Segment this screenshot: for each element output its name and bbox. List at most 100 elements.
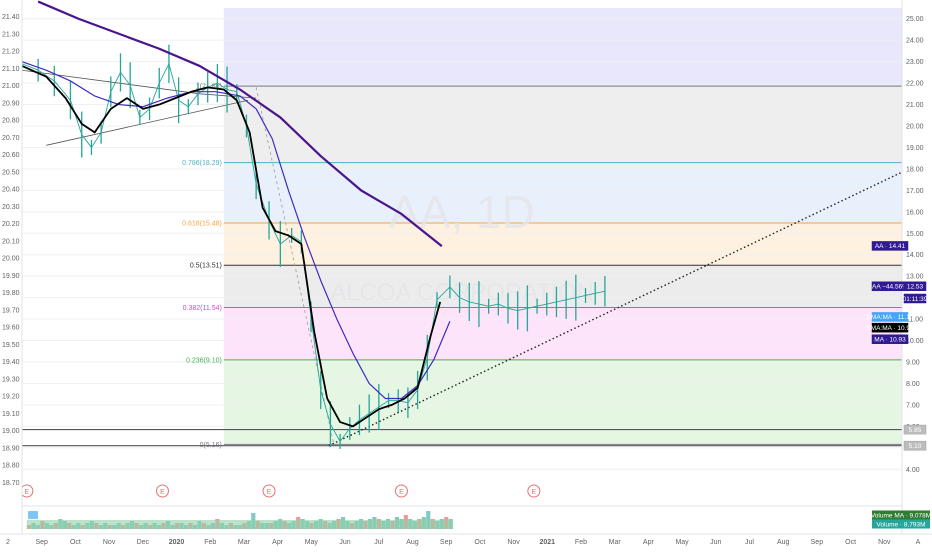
time-axis-tick: 2 xyxy=(6,539,10,546)
left-axis-tick: 21.00 xyxy=(2,83,20,90)
left-axis-tick: 18.90 xyxy=(2,445,20,452)
right-axis-tick: 7.00 xyxy=(906,402,920,409)
watermark-symbol: AA, 1D xyxy=(389,186,535,238)
left-axis-tick: 20.00 xyxy=(2,256,20,263)
time-axis-tick: Mar xyxy=(238,539,251,546)
price-tag-label: 5.10 xyxy=(909,443,922,450)
left-axis-tick: 20.70 xyxy=(2,135,20,142)
fib-band xyxy=(223,86,903,163)
fib-level-label: 0.236(9.10) xyxy=(186,357,222,364)
time-axis-tick: Oct xyxy=(70,539,81,546)
volume-ma-area xyxy=(26,520,454,529)
fib-level-label: 0.382(11.54) xyxy=(183,305,222,312)
fib-level-label: 0.786(18.29) xyxy=(182,160,222,167)
chart-root: 1(21.86) 0.786(18.29) 0.618(15.48) 0.5(13.5… xyxy=(0,0,932,550)
left-axis-tick: 21.40 xyxy=(2,14,20,21)
time-axis-tick: A xyxy=(916,539,921,546)
left-axis-tick: 19.90 xyxy=(2,273,20,280)
price-tag-label: 01:11:39 xyxy=(903,296,928,303)
fib-band xyxy=(223,359,903,445)
earnings-marker-label: E xyxy=(267,489,272,496)
time-axis-tick: Nov xyxy=(507,539,520,546)
left-axis-tick: 20.40 xyxy=(2,187,20,194)
fib-band xyxy=(223,222,903,266)
time-axis-tick: Jul xyxy=(374,539,383,546)
time-axis-tick: Feb xyxy=(575,539,587,546)
left-axis-tick: 21.10 xyxy=(2,66,20,73)
time-axis-tick: Oct xyxy=(474,539,485,546)
right-axis-tick: 18.00 xyxy=(906,166,924,173)
right-axis-tick: 22.00 xyxy=(906,81,924,88)
right-axis-tick: 24.00 xyxy=(906,38,924,45)
right-axis-tick: 10.00 xyxy=(906,338,924,345)
price-tag-label: EMA:MA · 10.95 xyxy=(866,325,914,332)
time-axis-tick: May xyxy=(305,539,319,546)
time-axis-tick: Sep xyxy=(440,539,453,546)
left-axis-tick: 19.50 xyxy=(2,342,20,349)
watermark-description: ALCOA CORPORATION xyxy=(330,279,594,306)
fib-level-label: 0.5(13.51) xyxy=(190,263,222,270)
left-axis-tick: 18.80 xyxy=(2,463,20,470)
left-axis-tick: 19.70 xyxy=(2,307,20,314)
left-axis-tick: 19.40 xyxy=(2,359,20,366)
time-axis-tick: Aug xyxy=(406,539,419,546)
fib-level-label: 0.618(15.48) xyxy=(182,220,222,227)
earnings-marker-label: E xyxy=(532,489,537,496)
left-axis-tick: 20.30 xyxy=(2,204,20,211)
time-axis-tick: 2020 xyxy=(169,539,185,546)
left-axis-tick: 21.30 xyxy=(2,31,20,38)
left-axis-tick: 20.10 xyxy=(2,238,20,245)
time-axis-tick: Apr xyxy=(643,539,655,546)
right-axis-tick: 8.00 xyxy=(906,381,920,388)
time-axis-tick: Mar xyxy=(609,539,622,546)
time-axis-tick: Oct xyxy=(845,539,856,546)
fib-band xyxy=(223,307,903,360)
fib-band xyxy=(223,162,903,223)
left-axis-tick: 20.90 xyxy=(2,100,20,107)
left-axis-tick: 19.10 xyxy=(2,411,20,418)
time-axis-tick: Jul xyxy=(745,539,754,546)
price-tag-label: 12.53 xyxy=(907,284,924,291)
left-axis-tick: 20.50 xyxy=(2,169,20,176)
time-axis-tick: Aug xyxy=(777,539,790,546)
left-axis-tick: 20.60 xyxy=(2,152,20,159)
left-axis-tick: 18.70 xyxy=(2,480,20,487)
right-axis-tick: 13.00 xyxy=(906,274,924,281)
time-axis-tick: Apr xyxy=(272,539,284,546)
volume-tag-label: Volume · 8.793M xyxy=(876,521,925,528)
price-tag-label: 5.85 xyxy=(909,427,922,434)
left-axis-tick: 19.20 xyxy=(2,394,20,401)
time-axis-tick: Feb xyxy=(204,539,216,546)
right-axis-tick: 9.00 xyxy=(906,360,920,367)
right-axis-tick: 21.00 xyxy=(906,102,924,109)
time-axis-tick: Sep xyxy=(811,539,824,546)
price-tag-label: AA −44.56% xyxy=(872,284,908,291)
price-tag-label: EMA:MA · 11.10 xyxy=(867,314,914,321)
left-axis-tick: 20.20 xyxy=(2,221,20,228)
right-axis-tick: 23.00 xyxy=(906,59,924,66)
fib-top-band xyxy=(223,8,903,87)
price-chart[interactable]: 1(21.86)0.786(18.29)0.618(15.48)0.5(13.5… xyxy=(0,0,932,550)
time-axis-tick: Nov xyxy=(878,539,891,546)
right-axis-tick: 15.00 xyxy=(906,231,924,238)
time-axis-tick: Nov xyxy=(103,539,116,546)
price-tag-label: MA · 10.93 xyxy=(874,337,906,344)
earnings-marker-label: E xyxy=(25,489,30,496)
right-axis-tick: 14.00 xyxy=(906,252,924,259)
left-axis-tick: 19.30 xyxy=(2,376,20,383)
right-axis-tick: 17.00 xyxy=(906,188,924,195)
earnings-marker-label: E xyxy=(399,489,404,496)
left-axis-tick: 21.20 xyxy=(2,49,20,56)
time-axis-tick: Jun xyxy=(710,539,721,546)
right-axis-tick: 25.00 xyxy=(906,16,924,23)
left-axis-tick: 19.00 xyxy=(2,428,20,435)
volume-tag-label: Volume MA · 9.078M xyxy=(871,512,931,519)
time-axis-tick: Jun xyxy=(339,539,350,546)
right-axis-tick: 16.00 xyxy=(906,209,924,216)
time-axis-tick: 2021 xyxy=(539,539,555,546)
time-axis-tick: Dec xyxy=(137,539,150,546)
left-axis-tick: 19.80 xyxy=(2,290,20,297)
right-axis-tick: 20.00 xyxy=(906,124,924,131)
right-axis-tick: 19.00 xyxy=(906,145,924,152)
price-tag-label: AA · 14.41 xyxy=(875,243,906,250)
